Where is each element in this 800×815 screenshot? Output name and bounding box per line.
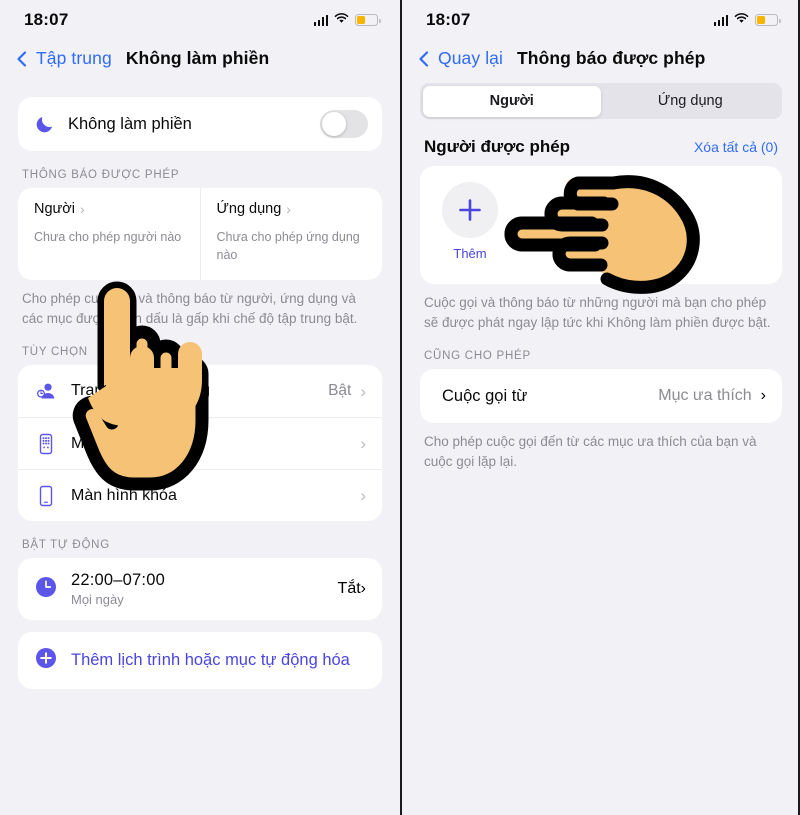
row-label: Trạng thái tập trung: [71, 382, 211, 400]
add-person-label: Thêm: [453, 246, 487, 261]
left-status-bar: 18:07: [0, 0, 400, 40]
chevron-left-icon[interactable]: [414, 49, 434, 69]
right-nav-bar: Quay lại Thông báo được phép: [402, 40, 800, 83]
row-lock-screen[interactable]: Màn hình khóa ›: [18, 469, 382, 521]
section-title: Người được phép: [424, 137, 571, 156]
schedule-card: 22:00–07:00 Mọi ngày Tắt ›: [18, 558, 382, 621]
right-phone-screen: 18:07 Quay lại Thông báo được phép Người…: [400, 0, 800, 815]
cellular-bars-icon: [313, 14, 328, 26]
chevron-right-icon: ›: [286, 201, 291, 217]
schedule-row[interactable]: 22:00–07:00 Mọi ngày Tắt ›: [18, 558, 382, 620]
chevron-right-icon: ›: [360, 381, 366, 401]
status-icons: [713, 11, 781, 29]
row-label: Màn hình chính: [71, 434, 182, 452]
page-title: Thông báo được phép: [517, 48, 706, 68]
plus-icon[interactable]: [442, 182, 498, 238]
plus-circle-icon: [34, 646, 58, 675]
page-title: Không làm phiền: [125, 48, 270, 68]
status-time: 18:07: [24, 10, 69, 29]
dnd-label: Không làm phiền: [68, 114, 192, 133]
chevron-right-icon: ›: [360, 434, 366, 454]
allowed-people-title: Người: [34, 201, 75, 217]
chevron-right-icon: ›: [360, 580, 366, 598]
cellular-bars-icon: [713, 14, 728, 26]
allowed-apps-subtitle: Chưa cho phép ứng dụng nào: [216, 230, 360, 262]
tab-people[interactable]: Người: [422, 85, 601, 117]
options-header: TÙY CHỌN: [22, 346, 88, 359]
allowed-apps-title: Ứng dụng: [216, 201, 282, 217]
chevron-right-icon: ›: [79, 201, 85, 217]
wifi-icon: [734, 11, 749, 29]
calls-from-row[interactable]: Cuộc gọi từ Mục ưa thích ›: [420, 369, 782, 423]
allowed-people-tile[interactable]: Người › Chưa cho phép người nào: [18, 188, 200, 280]
right-status-bar: 18:07: [402, 0, 800, 40]
allowed-people-subtitle: Chưa cho phép người nào: [34, 230, 182, 244]
battery-low-power-icon: [755, 14, 781, 26]
add-schedule-label: Thêm lịch trình hoặc mục tự động hóa: [71, 651, 350, 670]
dnd-toggle-switch[interactable]: [320, 110, 368, 138]
allowed-notifications-card: Người › Chưa cho phép người nào Ứng dụng ›…: [18, 188, 382, 280]
calls-from-label: Cuộc gọi từ: [442, 386, 528, 405]
add-schedule-row[interactable]: Thêm lịch trình hoặc mục tự động hóa: [18, 632, 382, 689]
options-card: Trạng thái tập trung Bật › Màn hình chín…: [18, 365, 382, 522]
row-label: Màn hình khóa: [71, 486, 177, 504]
schedule-time: 22:00–07:00: [71, 571, 165, 590]
chevron-right-icon: ›: [360, 486, 366, 506]
calls-from-value: Mục ưa thích: [658, 387, 752, 405]
wifi-icon: [334, 11, 349, 29]
home-screen-icon: [34, 432, 58, 456]
add-person-button[interactable]: Thêm: [442, 182, 782, 261]
chevron-right-icon: ›: [760, 387, 766, 405]
row-value: Bật: [328, 382, 352, 400]
dual-screenshot-container: 18:07 Tập trung Không làm phiền Không là…: [0, 0, 800, 815]
dnd-row[interactable]: Không làm phiền: [18, 97, 382, 151]
allowed-apps-tile[interactable]: Ứng dụng › Chưa cho phép ứng dụng nào: [199, 188, 383, 280]
back-button-label[interactable]: Quay lại: [438, 48, 503, 69]
status-time: 18:07: [426, 10, 471, 29]
back-button-label[interactable]: Tập trung: [36, 48, 112, 69]
left-phone-screen: 18:07 Tập trung Không làm phiền Không là…: [0, 0, 400, 815]
add-schedule-card: Thêm lịch trình hoặc mục tự động hóa: [18, 632, 382, 690]
allowed-people-footnote: Cuộc gọi và thông báo từ những người mà …: [424, 295, 771, 330]
dnd-toggle-card: Không làm phiền: [18, 97, 382, 151]
focus-status-icon: [34, 379, 58, 403]
also-allow-header: CŨNG CHO PHÉP: [424, 350, 531, 363]
schedule-value: Tắt: [337, 580, 361, 598]
segmented-control[interactable]: Người Ứng dụng: [420, 83, 782, 119]
moon-icon: [34, 113, 56, 135]
allowed-people-card: Thêm: [420, 166, 782, 284]
row-home-screen[interactable]: Màn hình chính ›: [18, 417, 382, 469]
schedule-repeat: Mọi ngày: [71, 592, 124, 608]
clear-all-button[interactable]: Xóa tất cả (0): [694, 139, 778, 155]
allowed-notifications-footnote: Cho phép cuộc gọi và thông báo từ người,…: [22, 291, 358, 326]
lock-screen-icon: [34, 484, 58, 508]
row-focus-status[interactable]: Trạng thái tập trung Bật ›: [18, 365, 382, 417]
allowed-people-header-row: Người được phép Xóa tất cả (0): [402, 119, 800, 166]
clock-icon: [34, 575, 58, 604]
left-nav-bar: Tập trung Không làm phiền: [0, 40, 400, 83]
tab-apps[interactable]: Ứng dụng: [601, 86, 780, 117]
battery-low-power-icon: [355, 14, 381, 26]
status-icons: [313, 11, 381, 29]
chevron-left-icon[interactable]: [12, 49, 32, 69]
allowed-notifications-header: THÔNG BÁO ĐƯỢC PHÉP: [22, 169, 180, 181]
also-allow-footnote: Cho phép cuộc gọi đến từ các mục ưa thíc…: [424, 434, 757, 469]
auto-enable-header: BẬT TỰ ĐỘNG: [22, 539, 110, 552]
also-allow-card: Cuộc gọi từ Mục ưa thích ›: [420, 369, 782, 424]
